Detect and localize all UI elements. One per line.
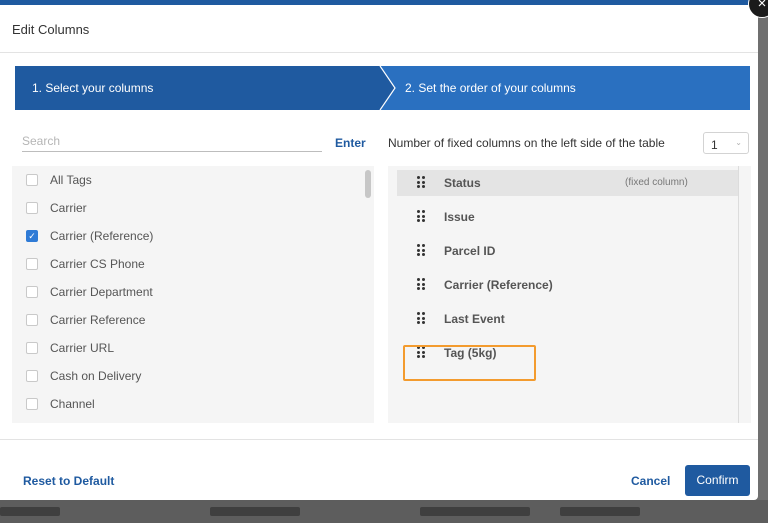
checkbox[interactable]: [26, 398, 38, 410]
list-item[interactable]: Carrier CS Phone: [12, 250, 362, 278]
drag-handle-icon[interactable]: [417, 346, 425, 358]
tag-label: All Tags: [50, 173, 92, 187]
drag-handle-icon[interactable]: [417, 210, 425, 222]
column-label: Last Event: [444, 312, 505, 326]
column-label: Status: [444, 176, 481, 190]
column-label: Carrier (Reference): [444, 278, 553, 292]
background-placeholder: [0, 507, 60, 516]
checkbox-checked[interactable]: ✓: [26, 230, 38, 242]
list-item[interactable]: Carrier URL: [12, 334, 362, 362]
step-2-label: 2. Set the order of your columns: [405, 81, 576, 95]
step-chevron-icon: [379, 66, 396, 110]
step-1-label: 1. Select your columns: [32, 81, 154, 95]
background-placeholder: [420, 507, 530, 516]
drag-handle-icon[interactable]: [417, 176, 425, 188]
tag-label: Carrier CS Phone: [50, 257, 145, 271]
checkbox[interactable]: [26, 370, 38, 382]
list-item[interactable]: All Tags: [12, 166, 362, 194]
drag-handle-icon[interactable]: [417, 244, 425, 256]
list-item[interactable]: Carrier: [12, 194, 362, 222]
list-item[interactable]: Carrier Reference: [12, 306, 362, 334]
background-table-row: [0, 500, 768, 523]
background-placeholder: [210, 507, 300, 516]
checkbox[interactable]: [26, 286, 38, 298]
reset-to-default-button[interactable]: Reset to Default: [23, 474, 114, 488]
enter-button[interactable]: Enter: [335, 136, 366, 150]
checkbox[interactable]: [26, 174, 38, 186]
tag-list-scrollbar[interactable]: [365, 170, 371, 198]
divider: [0, 439, 758, 440]
tag-label: Carrier URL: [50, 341, 115, 355]
column-order-scrollbar[interactable]: [738, 166, 739, 423]
tag-label: Carrier Reference: [50, 313, 146, 327]
fixed-columns-label: Number of fixed columns on the left side…: [388, 136, 665, 150]
checkbox[interactable]: [26, 258, 38, 270]
dialog-title: Edit Columns: [12, 22, 90, 37]
column-row[interactable]: Issue: [397, 204, 738, 230]
fixed-columns-select[interactable]: 1 ⌄: [703, 132, 749, 154]
column-label: Issue: [444, 210, 475, 224]
column-row[interactable]: Carrier (Reference): [397, 272, 738, 298]
edit-columns-dialog: Edit Columns 1. Select your columns 2. S…: [0, 5, 758, 500]
column-label: Parcel ID: [444, 244, 496, 258]
divider: [0, 52, 758, 53]
tag-label: Channel: [50, 397, 95, 411]
column-row[interactable]: Tag (5kg): [397, 340, 738, 366]
column-row-fixed[interactable]: Status (fixed column): [397, 170, 738, 196]
list-item[interactable]: Carrier Department: [12, 278, 362, 306]
column-row[interactable]: Last Event: [397, 306, 738, 332]
tag-list: All Tags Carrier ✓ Carrier (Reference) C…: [12, 166, 374, 423]
chevron-down-icon: ⌄: [735, 138, 742, 147]
stepper: 1. Select your columns 2. Set the order …: [15, 66, 750, 110]
tag-label: Carrier (Reference): [50, 229, 154, 243]
drag-handle-icon[interactable]: [417, 312, 425, 324]
checkbox[interactable]: [26, 342, 38, 354]
list-item[interactable]: ✓ Carrier (Reference): [12, 222, 362, 250]
fixed-column-note: (fixed column): [625, 177, 688, 188]
list-item[interactable]: Channel: [12, 390, 362, 418]
tag-label: Cash on Delivery: [50, 369, 142, 383]
search-input[interactable]: [22, 131, 322, 152]
column-row[interactable]: Parcel ID: [397, 238, 738, 264]
checkbox[interactable]: [26, 202, 38, 214]
checkbox[interactable]: [26, 314, 38, 326]
column-label: Tag (5kg): [444, 346, 497, 360]
tag-label: Carrier Department: [50, 285, 153, 299]
cancel-button[interactable]: Cancel: [631, 474, 670, 488]
background-placeholder: [560, 507, 640, 516]
fixed-columns-value: 1: [711, 138, 718, 152]
list-item[interactable]: Cash on Delivery: [12, 362, 362, 390]
confirm-button[interactable]: Confirm: [685, 465, 750, 496]
drag-handle-icon[interactable]: [417, 278, 425, 290]
tag-label: Carrier: [50, 201, 87, 215]
